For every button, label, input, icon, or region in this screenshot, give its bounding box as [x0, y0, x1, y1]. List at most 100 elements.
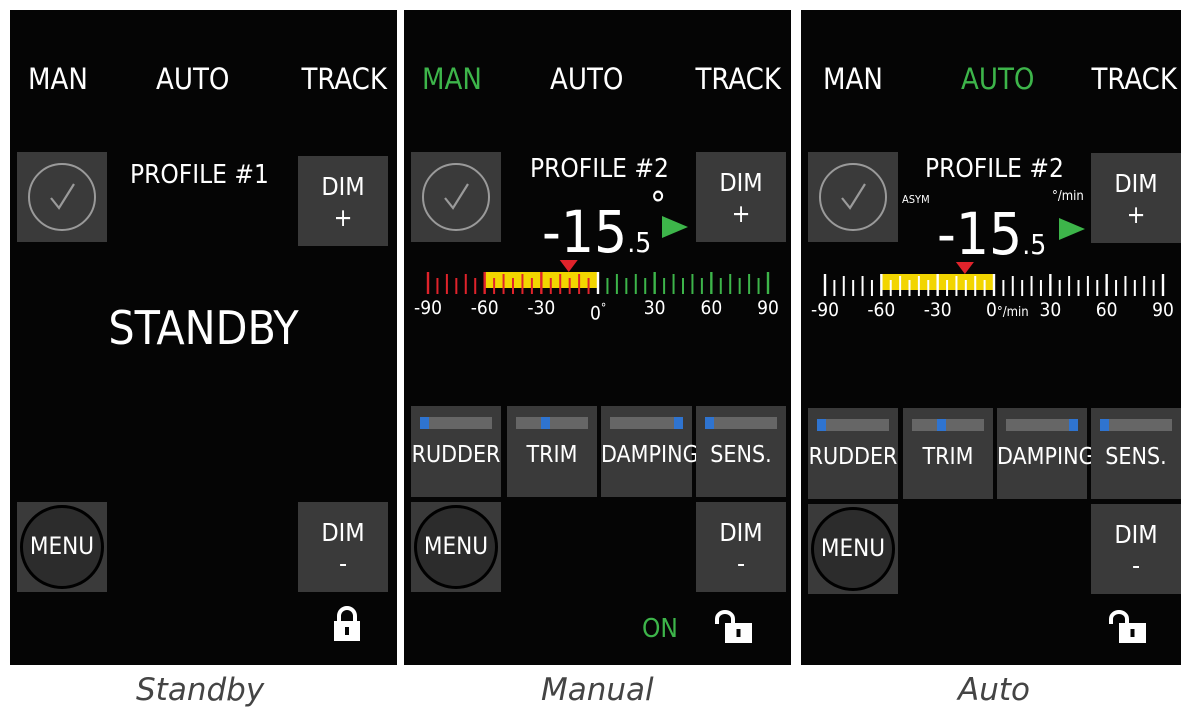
scale-label: -30: [527, 297, 556, 319]
scale-indicator: [955, 262, 974, 274]
scale-graphic: [823, 262, 1165, 296]
menu-button[interactable]: MENU: [411, 502, 501, 592]
menu-label: MENU: [423, 532, 489, 560]
sens-level-bar: [705, 417, 777, 429]
dim-plus-sign: +: [731, 199, 751, 228]
auto-caption: Auto: [958, 672, 1030, 708]
rudder-label: RUDDER: [411, 442, 501, 468]
scale-label: 90: [1152, 299, 1174, 321]
trim-button[interactable]: TRIM: [507, 406, 597, 497]
arrow-right-icon: [1059, 218, 1085, 240]
dim-plus-button[interactable]: DIM +: [696, 152, 786, 242]
dim-minus-button[interactable]: DIM -: [298, 502, 388, 592]
dim-plus-label: DIM: [719, 168, 763, 197]
manual-screen: MAN AUTO TRACK PROFILE #2 -15.5 ° DIM + …: [404, 10, 791, 665]
mode-track-button[interactable]: TRACK: [301, 62, 387, 96]
scale-label: -60: [470, 297, 499, 319]
trim-label: TRIM: [526, 442, 578, 468]
checkmark-icon: [28, 163, 96, 231]
trim-level-bar: [912, 419, 984, 431]
mode-auto-button[interactable]: AUTO: [156, 62, 229, 96]
mode-man-button[interactable]: MAN: [823, 62, 883, 96]
scale-label: 60: [700, 297, 723, 319]
menu-label: MENU: [820, 534, 886, 562]
rudder-level-bar: [817, 419, 889, 431]
dim-minus-button[interactable]: DIM -: [1091, 504, 1181, 594]
arrow-right-icon: [662, 216, 688, 238]
standby-caption: Standby: [136, 672, 265, 708]
damping-level-bar: [1006, 419, 1078, 431]
confirm-button[interactable]: [411, 152, 501, 242]
padlock-locked-icon[interactable]: [332, 606, 362, 646]
padlock-unlocked-icon[interactable]: [1107, 610, 1149, 648]
asym-label: ASYM: [902, 193, 930, 206]
dim-plus-button[interactable]: DIM +: [1091, 153, 1181, 243]
dim-plus-sign: +: [333, 203, 353, 232]
dim-plus-button[interactable]: DIM +: [298, 156, 388, 246]
level-marker: [1100, 419, 1109, 431]
dim-minus-sign: -: [1131, 551, 1141, 580]
profile-label: PROFILE #1: [130, 160, 269, 190]
damping-button[interactable]: DAMPING: [601, 406, 699, 497]
damping-label: DAMPING: [601, 442, 699, 468]
rudder-button[interactable]: RUDDER: [808, 408, 898, 499]
trim-button[interactable]: TRIM: [903, 408, 993, 499]
checkmark-icon: [819, 163, 887, 231]
level-marker: [420, 417, 429, 429]
heading-scale: -90 -60 -30 0°/min 30 60 90: [811, 252, 1174, 322]
trim-label: TRIM: [922, 444, 974, 470]
menu-button[interactable]: MENU: [808, 504, 898, 594]
auto-screen: MAN AUTO TRACK PROFILE #2 ASYM -15.5 °/m…: [801, 10, 1181, 665]
scale-label: 60: [1095, 299, 1118, 321]
trim-level-bar: [516, 417, 588, 429]
dim-minus-label: DIM: [321, 518, 365, 547]
damping-label: DAMPING: [997, 444, 1095, 470]
scale-label: 30: [643, 297, 666, 319]
dim-minus-label: DIM: [1114, 520, 1158, 549]
dim-plus-sign: +: [1126, 200, 1146, 229]
heading-scale: -90 -60 -30 0° 30 60 90: [414, 250, 779, 323]
sens-button[interactable]: SENS.: [696, 406, 786, 497]
scale-label: -90: [414, 297, 442, 319]
menu-label: MENU: [29, 532, 95, 560]
scale-zero-unit: °/min: [996, 305, 1029, 320]
dim-minus-button[interactable]: DIM -: [696, 502, 786, 592]
level-marker: [1069, 419, 1078, 431]
menu-button[interactable]: MENU: [17, 502, 107, 592]
mode-track-button[interactable]: TRACK: [1091, 62, 1177, 96]
profile-label: PROFILE #2: [925, 154, 1064, 184]
heading-unit: °/min: [1052, 189, 1084, 204]
rudder-label: RUDDER: [808, 444, 898, 470]
profile-label: PROFILE #2: [530, 154, 669, 184]
manual-caption: Manual: [541, 672, 654, 708]
padlock-unlocked-icon[interactable]: [713, 610, 755, 648]
dim-plus-label: DIM: [321, 172, 365, 201]
rudder-button[interactable]: RUDDER: [411, 406, 501, 497]
mode-man-button[interactable]: MAN: [28, 62, 88, 96]
mode-man-button[interactable]: MAN: [422, 62, 482, 96]
dim-minus-label: DIM: [719, 518, 763, 547]
level-marker: [541, 417, 551, 429]
level-marker: [674, 417, 683, 429]
scale-indicator: [559, 260, 578, 272]
level-marker: [937, 419, 947, 431]
mode-auto-button[interactable]: AUTO: [961, 62, 1034, 96]
scale-label-zero: 0°/min: [986, 299, 1029, 321]
damping-button[interactable]: DAMPING: [997, 408, 1095, 499]
scale-label: -30: [923, 299, 952, 321]
dim-minus-sign: -: [736, 549, 746, 578]
sens-label: SENS.: [1105, 444, 1167, 470]
level-marker: [705, 417, 714, 429]
on-status: ON: [642, 614, 678, 644]
confirm-button[interactable]: [808, 152, 898, 242]
mode-auto-button[interactable]: AUTO: [550, 62, 623, 96]
scale-zero-unit: °: [600, 301, 607, 315]
checkmark-icon: [422, 163, 490, 231]
scale-label: -90: [811, 299, 839, 321]
sens-level-bar: [1100, 419, 1172, 431]
sens-label: SENS.: [710, 442, 772, 468]
sens-button[interactable]: SENS.: [1091, 408, 1181, 499]
mode-track-button[interactable]: TRACK: [695, 62, 781, 96]
dim-plus-label: DIM: [1114, 169, 1158, 198]
confirm-button[interactable]: [17, 152, 107, 242]
